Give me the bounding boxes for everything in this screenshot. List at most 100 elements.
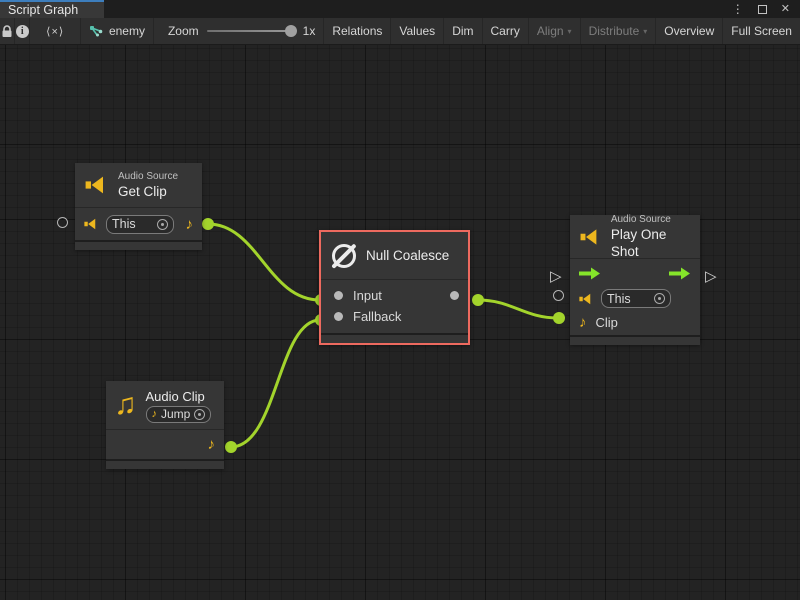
connection-wire[interactable] <box>478 300 558 318</box>
audio-source-icon <box>580 226 602 248</box>
play-one-shot-this-row: This <box>570 287 700 310</box>
fullscreen-label: Full Screen <box>731 24 792 38</box>
graph-name-segment[interactable]: enemy <box>81 18 154 44</box>
node-title: Get Clip <box>118 183 178 200</box>
node-audio-clip-header[interactable]: ♫ Audio Clip ♪ Jump <box>106 381 224 429</box>
carry-label: Carry <box>491 24 520 38</box>
values-button[interactable]: Values <box>391 18 444 44</box>
this-field-value: This <box>607 292 631 306</box>
audio-clip-variable-field[interactable]: ♪ Jump <box>146 406 212 423</box>
connection-endpoint[interactable] <box>225 441 237 453</box>
get-clip-this-field[interactable]: This <box>106 215 174 234</box>
flow-input-port[interactable]: ▷ <box>550 269 562 284</box>
carry-button[interactable]: Carry <box>483 18 529 44</box>
titlebar: Script Graph ⋮ ✕ <box>0 0 800 18</box>
flow-output-port[interactable]: ▷ <box>705 269 717 284</box>
maximize-icon[interactable] <box>758 5 767 14</box>
play-one-shot-this-input-port[interactable] <box>553 290 564 301</box>
node-title: Null Coalesce <box>366 247 449 264</box>
fallback-port[interactable] <box>334 312 343 321</box>
flow-output-arrow-icon[interactable] <box>669 267 691 280</box>
distribute-label: Distribute <box>589 24 640 38</box>
node-category: Audio Source <box>611 213 690 226</box>
input-port-label: Input <box>353 288 382 303</box>
zoom-value: 1x <box>303 24 316 38</box>
null-coalesce-icon <box>331 243 357 269</box>
zoom-slider-track[interactable] <box>207 30 295 32</box>
info-button[interactable]: i <box>15 18 30 44</box>
get-clip-port-row: This ♪ <box>75 208 202 240</box>
play-one-shot-this-field[interactable]: This <box>601 289 671 308</box>
clip-input-port-icon[interactable]: ♪ <box>579 315 587 330</box>
null-coalesce-input-row: Input <box>321 285 468 306</box>
clip-port-label: Clip <box>596 315 618 330</box>
graph-icon <box>89 25 103 37</box>
code-icon: ⟨×⟩ <box>46 25 64 38</box>
connection-wire[interactable] <box>231 320 320 447</box>
flow-input-arrow-icon[interactable] <box>579 267 601 280</box>
align-label: Align <box>537 24 564 38</box>
node-category: Audio Source <box>118 170 178 183</box>
chevron-down-icon: ▾ <box>568 27 572 36</box>
graph-name-label: enemy <box>109 24 145 38</box>
play-one-shot-clip-row: ♪ Clip <box>570 310 700 335</box>
input-port[interactable] <box>334 291 343 300</box>
connection-endpoint[interactable] <box>202 218 214 230</box>
object-picker-icon[interactable] <box>157 219 168 230</box>
node-audio-clip[interactable]: ♫ Audio Clip ♪ Jump ♪ <box>106 381 224 469</box>
node-play-one-shot[interactable]: Audio Source Play One Shot <box>570 215 700 345</box>
align-dropdown[interactable]: Align ▾ <box>529 18 581 44</box>
node-null-coalesce-header[interactable]: Null Coalesce <box>321 232 468 279</box>
chevron-down-icon: ▾ <box>643 27 647 36</box>
node-get-clip-header[interactable]: Audio Source Get Clip <box>75 163 202 207</box>
window-controls: ⋮ ✕ <box>732 0 800 18</box>
audio-clip-output-port-icon[interactable]: ♪ <box>186 217 194 232</box>
zoom-segment: Zoom 1x <box>154 18 324 44</box>
audio-clip-icon: ♫ <box>114 390 137 420</box>
close-icon[interactable]: ✕ <box>781 4 790 15</box>
code-view-button[interactable]: ⟨×⟩ <box>30 18 81 44</box>
overview-label: Overview <box>664 24 714 38</box>
graph-canvas[interactable]: Audio Source Get Clip This ♪ <box>0 45 800 600</box>
object-picker-icon[interactable] <box>654 293 665 304</box>
audio-clip-port-row: ♪ <box>106 430 224 459</box>
node-null-coalesce[interactable]: Null Coalesce Input Fallback <box>319 230 470 345</box>
result-output-port[interactable] <box>450 291 459 300</box>
null-coalesce-fallback-row: Fallback <box>321 306 468 327</box>
node-footer <box>570 337 700 345</box>
toolbar: i ⟨×⟩ enemy Zoom 1x Relations Values Dim… <box>0 18 800 45</box>
variable-field-value: Jump <box>161 407 190 421</box>
control-flow-row <box>570 259 700 287</box>
connection-wire[interactable] <box>208 224 320 300</box>
note-icon: ♪ <box>152 409 158 420</box>
node-play-one-shot-header[interactable]: Audio Source Play One Shot <box>570 215 700 258</box>
connection-endpoint[interactable] <box>472 294 484 306</box>
object-picker-icon[interactable] <box>194 409 205 420</box>
zoom-slider-handle[interactable] <box>285 25 297 37</box>
audio-source-icon <box>84 217 99 231</box>
tab-script-graph[interactable]: Script Graph <box>0 0 104 18</box>
this-field-value: This <box>112 217 136 231</box>
node-footer <box>106 461 224 469</box>
node-title: Play One Shot <box>611 226 690 260</box>
audio-clip-output-port-icon[interactable]: ♪ <box>208 437 216 452</box>
audio-source-icon <box>579 292 594 306</box>
zoom-label: Zoom <box>168 24 199 38</box>
info-icon: i <box>16 25 29 38</box>
fullscreen-button[interactable]: Full Screen <box>723 18 800 44</box>
window-menu-icon[interactable]: ⋮ <box>732 3 744 15</box>
distribute-dropdown[interactable]: Distribute ▾ <box>581 18 657 44</box>
zoom-slider[interactable] <box>207 24 295 38</box>
lock-icon <box>1 25 13 38</box>
lock-button[interactable] <box>0 18 15 44</box>
node-footer <box>321 335 468 343</box>
node-get-clip[interactable]: Audio Source Get Clip This ♪ <box>75 163 202 250</box>
node-footer <box>75 242 202 250</box>
dim-button[interactable]: Dim <box>444 18 482 44</box>
get-clip-this-input-port[interactable] <box>57 217 68 228</box>
relations-button[interactable]: Relations <box>324 18 391 44</box>
values-label: Values <box>399 24 435 38</box>
audio-source-icon <box>85 174 109 196</box>
connection-endpoint[interactable] <box>553 312 565 324</box>
overview-button[interactable]: Overview <box>656 18 723 44</box>
